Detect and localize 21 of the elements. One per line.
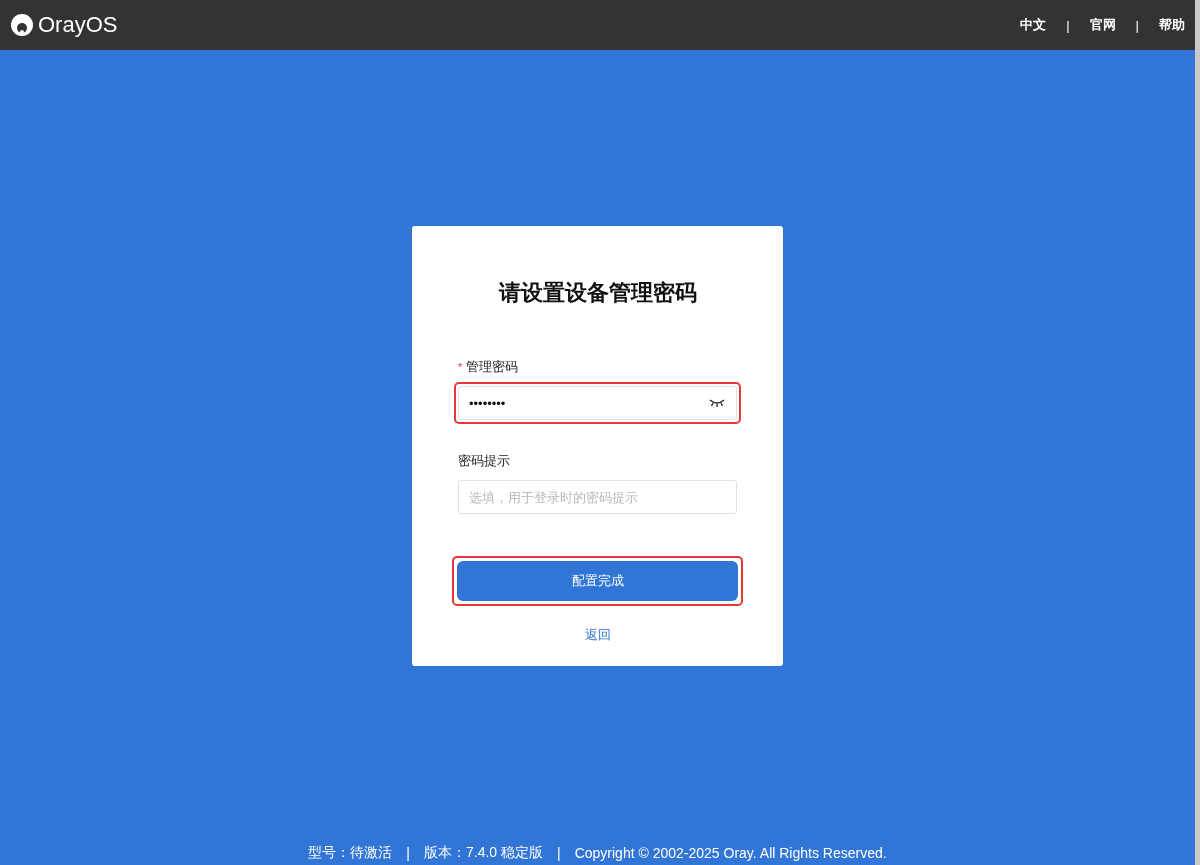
separator: | [406, 845, 410, 861]
required-mark: * [458, 361, 463, 373]
submit-button[interactable]: 配置完成 [457, 561, 738, 601]
nav-link[interactable]: 中文 [1020, 16, 1047, 34]
separator: | [1135, 17, 1139, 33]
field-label: 密码提示 [458, 452, 510, 470]
form-title: 请设置设备管理密码 [497, 279, 698, 307]
logo-icon [10, 13, 34, 37]
separator: | [557, 845, 561, 861]
password-field[interactable]: •••••••• [458, 386, 737, 420]
logo-text: OrayOS [38, 12, 118, 38]
nav-link[interactable]: 帮助 [1159, 16, 1185, 34]
footer-text: Copyright © 2002-2025 Oray. All Rights Reserved. [574, 845, 887, 861]
footer-text: 版本：7.4.0 稳定版 [424, 844, 543, 862]
field-label: 管理密码 [466, 358, 519, 376]
closed-eye-icon[interactable] [709, 398, 725, 408]
input-field[interactable]: 选填，用于登录时的密码提示 [458, 480, 737, 514]
nav-link[interactable]: 官网 [1089, 16, 1116, 34]
back-link[interactable]: 返回 [584, 626, 611, 644]
footer-text: 型号：待激活 [308, 844, 393, 862]
separator: | [1066, 17, 1070, 33]
